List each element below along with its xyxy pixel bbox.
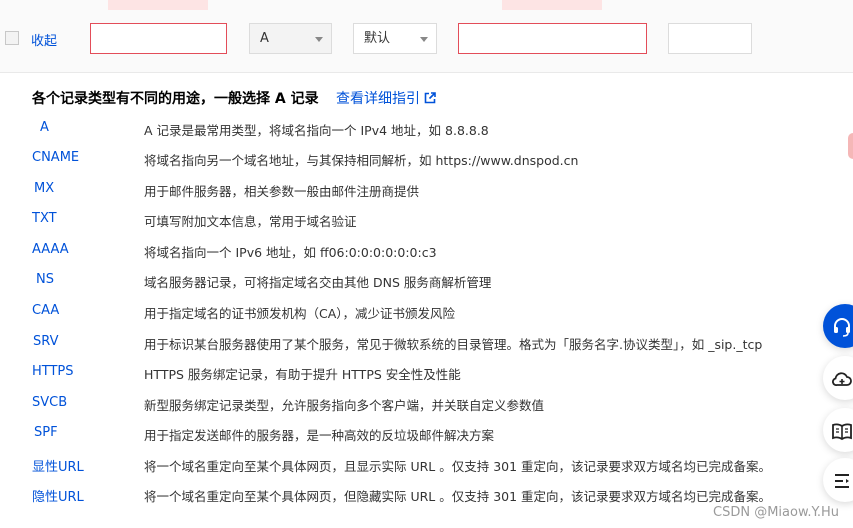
external-link-icon — [424, 92, 436, 104]
record-desc-mx: 用于邮件服务器，相关参数一般由邮件注册商提供 — [144, 184, 420, 199]
record-edit-row: 收起 A 默认 — [0, 0, 853, 73]
record-desc-a: A 记录是最常用类型，将域名指向一个 IPv4 地址，如 8.8.8.8 — [144, 123, 489, 138]
record-type-srv: SRV — [33, 334, 59, 349]
record-type-mx: MX — [34, 181, 55, 196]
record-value-input[interactable] — [458, 23, 647, 54]
guide-link-label: 查看详细指引 — [336, 91, 420, 107]
menu-button[interactable] — [823, 458, 853, 502]
record-type-txt: TXT — [32, 211, 57, 226]
record-type-explicit-url: 显性URL — [32, 460, 84, 475]
record-type-select[interactable]: A — [249, 23, 332, 54]
record-type-a: A — [40, 120, 49, 135]
record-desc-svcb: 新型服务绑定记录类型，允许服务指向多个客户端，并关联自定义参数值 — [144, 398, 545, 413]
record-desc-explicit-url: 将一个域名重定向至某个具体网页，且显示实际 URL 。仅支持 301 重定向，该… — [144, 459, 772, 474]
value-error-tooltip — [502, 0, 602, 10]
cloud-button[interactable] — [823, 356, 853, 400]
record-type-spf: SPF — [34, 425, 58, 440]
host-error-tooltip — [108, 0, 208, 10]
record-desc-implicit-url: 将一个域名重定向至某个具体网页，但隐藏实际 URL 。仅支持 301 重定向，该… — [144, 489, 772, 504]
record-desc-ns: 域名服务器记录，可将指定域名交由其他 DNS 服务商解析管理 — [144, 275, 492, 290]
collapse-link[interactable]: 收起 — [31, 30, 57, 49]
record-desc-https: HTTPS 服务绑定记录，有助于提升 HTTPS 安全性及性能 — [144, 367, 461, 382]
line-select[interactable]: 默认 — [353, 23, 437, 54]
record-type-implicit-url: 隐性URL — [32, 490, 84, 505]
watermark: CSDN @Miaow.Y.Hu — [713, 505, 839, 520]
help-title: 各个记录类型有不同的用途，一般选择 A 记录 — [32, 91, 319, 107]
customer-service-button[interactable] — [823, 304, 853, 348]
record-desc-cname: 将域名指向另一个域名地址，与其保持相同解析，如 https://www.dnsp… — [144, 153, 579, 168]
docs-button[interactable] — [823, 408, 853, 452]
list-icon — [835, 474, 849, 488]
headset-icon — [834, 318, 850, 337]
record-desc-txt: 可填写附加文本信息，常用于域名验证 — [144, 214, 357, 229]
record-type-svcb: SVCB — [32, 395, 68, 410]
record-type-value: A — [260, 31, 269, 46]
record-desc-caa: 用于指定域名的证书颁发机构（CA），减少证书颁发风险 — [144, 306, 456, 321]
chevron-down-icon — [420, 37, 428, 42]
side-tab[interactable] — [848, 133, 853, 159]
record-type-cname: CNAME — [32, 150, 80, 165]
row-checkbox[interactable] — [5, 31, 19, 45]
record-type-https: HTTPS — [32, 364, 74, 379]
record-type-ns: NS — [36, 272, 54, 287]
book-icon — [832, 423, 852, 441]
line-value: 默认 — [364, 31, 391, 46]
record-type-caa: CAA — [32, 303, 60, 318]
record-desc-srv: 用于标识某台服务器使用了某个服务，常见于微软系统的目录管理。格式为「服务名字.协… — [144, 337, 763, 352]
host-record-input[interactable] — [90, 23, 227, 54]
guide-link[interactable]: 查看详细指引 — [336, 88, 436, 108]
record-desc-aaaa: 将域名指向一个 IPv6 地址，如 ff06:0:0:0:0:0:0:c3 — [144, 245, 437, 260]
record-desc-spf: 用于指定发送邮件的服务器，是一种高效的反垃圾邮件解决方案 — [144, 428, 495, 443]
cloud-icon — [832, 372, 852, 386]
chevron-down-icon — [315, 37, 323, 42]
record-type-aaaa: AAAA — [32, 242, 69, 257]
ttl-input[interactable] — [668, 23, 752, 54]
